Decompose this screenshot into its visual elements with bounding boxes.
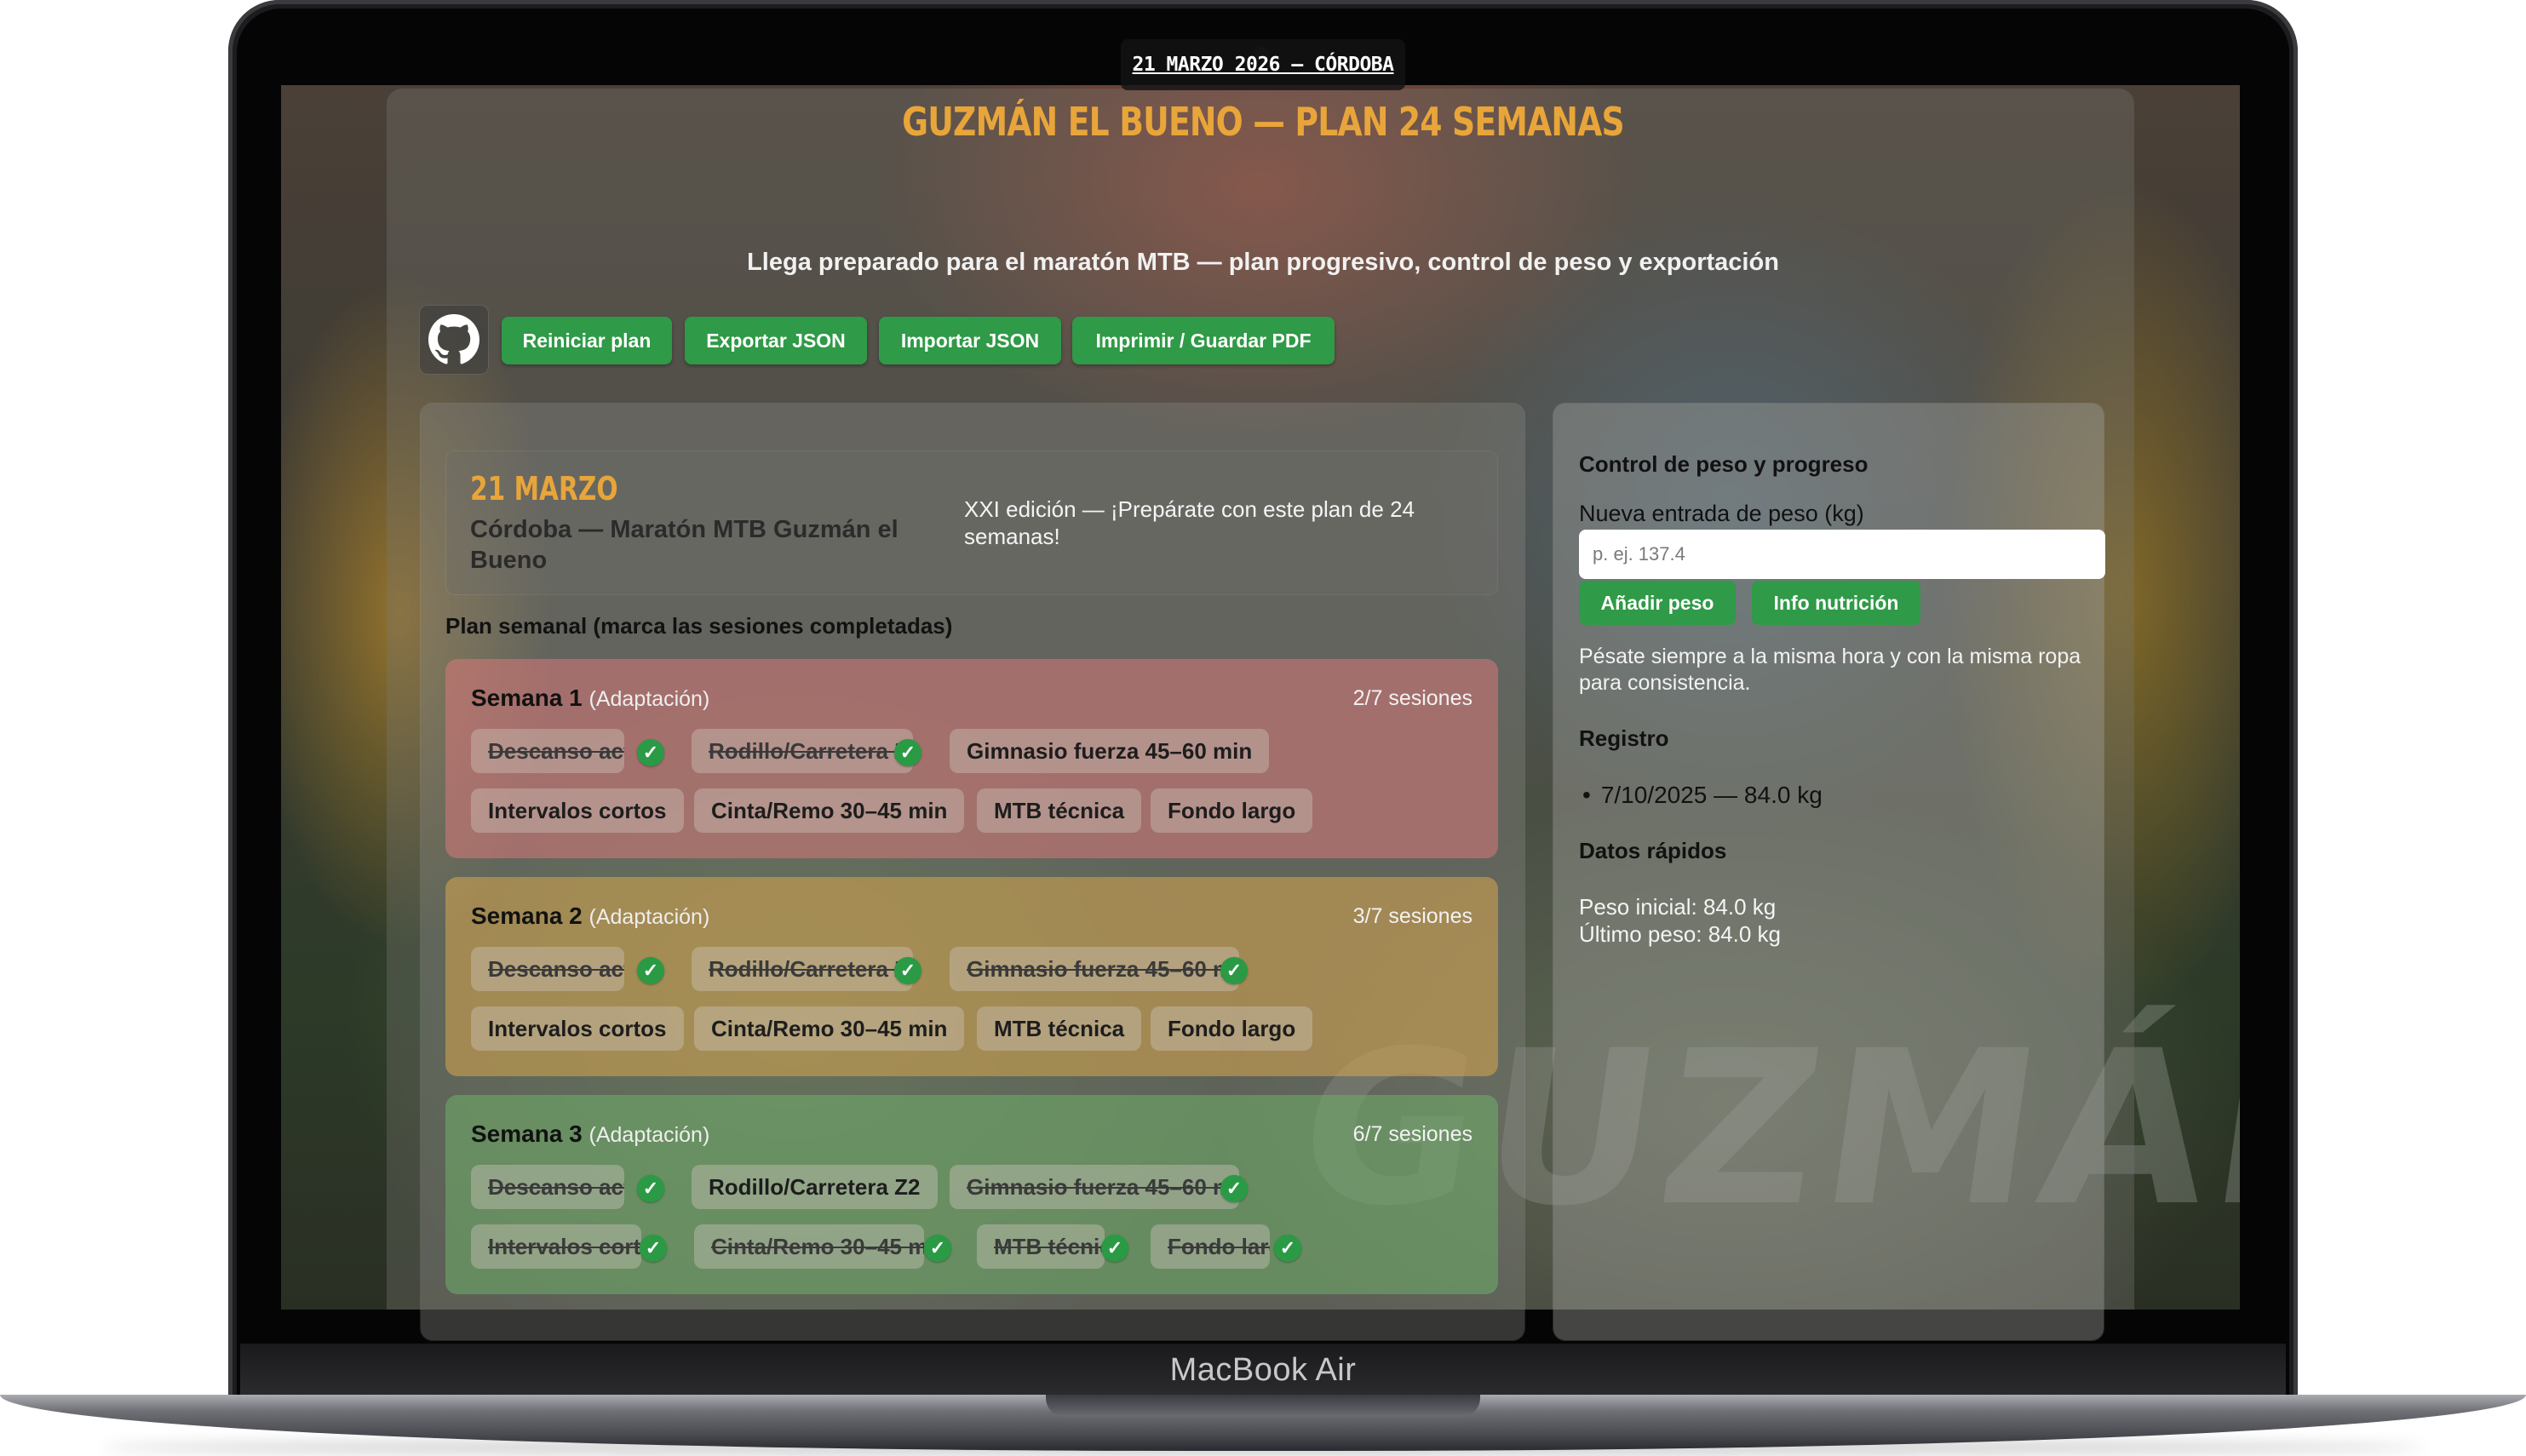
log-entry-text: 7/10/2025 — 84.0 kg (1600, 782, 1823, 808)
session-chip[interactable]: Intervalos cortos (471, 788, 684, 833)
session-label: MTB técnica (994, 1234, 1105, 1259)
weight-input[interactable] (1579, 530, 2105, 579)
check-icon: ✓ (1220, 1175, 1248, 1202)
page-title: GUZMÁN EL BUENO — PLAN 24 SEMANAS (902, 99, 1625, 145)
session-chip[interactable]: MTB técnica (977, 788, 1142, 833)
week-session-count: 6/7 sesiones (1352, 1122, 1473, 1146)
session-chip[interactable]: Fondo largo (1151, 788, 1313, 833)
reset-plan-button[interactable]: Reiniciar plan (502, 317, 672, 364)
import-json-button[interactable]: Importar JSON (879, 317, 1061, 364)
session-label: Fondo largo (1168, 798, 1296, 823)
last-weight: Último peso: 84.0 kg (1579, 921, 1782, 947)
laptop-hinge-notch (1046, 1395, 1480, 1417)
session-label: Rodillo/Carretera Z2 (709, 738, 913, 764)
session-chip[interactable]: Cinta/Remo 30–45 min (694, 1224, 924, 1269)
check-icon: ✓ (894, 739, 921, 766)
session-chip[interactable]: Gimnasio fuerza 45–60 min (950, 947, 1239, 991)
session-chip[interactable]: Intervalos cortos (471, 1224, 641, 1269)
log-entry: • 7/10/2025 — 84.0 kg (1579, 782, 1823, 809)
session-label: Intervalos cortos (488, 1016, 667, 1041)
weight-panel-title: Control de peso y progreso (1579, 451, 1869, 477)
session-chip[interactable]: Cinta/Remo 30–45 min (694, 788, 965, 833)
initial-weight: Peso inicial: 84.0 kg (1579, 894, 1777, 920)
event-place: Córdoba — Maratón MTB Guzmán el Bueno (470, 516, 898, 574)
check-icon: ✓ (637, 1175, 664, 1202)
session-label: Gimnasio fuerza 45–60 min (967, 1174, 1239, 1200)
week-card: Semana 2 (Adaptación) 3/7 sesiones Desca… (445, 877, 1498, 1076)
session-chip[interactable]: Rodillo/Carretera Z2 (692, 1165, 938, 1209)
check-icon: ✓ (640, 1235, 667, 1262)
week-label: Semana 1 (471, 685, 583, 711)
week-card: Semana 1 (Adaptación) 2/7 sesiones Desca… (445, 659, 1498, 858)
session-label: Intervalos cortos (488, 1234, 641, 1259)
session-label: MTB técnica (994, 1016, 1125, 1041)
week-phase: (Adaptación) (588, 1123, 710, 1147)
device-label: MacBook Air (1169, 1352, 1357, 1388)
check-icon: ✓ (1101, 1235, 1128, 1262)
event-date-badge: 21 MARZO 2026 — CÓRDOBA (1121, 39, 1405, 90)
session-label: Fondo largo (1168, 1016, 1296, 1041)
github-icon (428, 314, 479, 364)
session-chip[interactable]: Descanso activo (471, 1165, 624, 1209)
week-label: Semana 3 (471, 1121, 583, 1147)
session-chip[interactable]: Descanso activo (471, 947, 624, 991)
weigh-tip: Pésate siempre a la misma hora y con la … (1579, 645, 2081, 695)
session-label: Intervalos cortos (488, 798, 667, 823)
session-chip[interactable]: Fondo largo (1151, 1224, 1270, 1269)
week-title: Semana 1 (Adaptación) (471, 685, 709, 712)
event-note: XXI edición — ¡Prepárate con este plan d… (964, 496, 1415, 549)
week-label: Semana 2 (471, 903, 583, 929)
export-json-button[interactable]: Exportar JSON (685, 317, 867, 364)
session-chip[interactable]: Gimnasio fuerza 45–60 min (950, 1165, 1239, 1209)
print-pdf-button[interactable]: Imprimir / Guardar PDF (1072, 317, 1335, 364)
quick-stats-title: Datos rápidos (1579, 838, 1727, 863)
session-label: Descanso activo (488, 738, 624, 764)
weight-input-label: Nueva entrada de peso (kg) (1579, 501, 1864, 526)
session-chip[interactable]: Cinta/Remo 30–45 min (694, 1006, 965, 1051)
week-phase: (Adaptación) (588, 905, 710, 929)
session-label: MTB técnica (994, 798, 1125, 823)
session-chip[interactable]: Fondo largo (1151, 1006, 1313, 1051)
add-weight-button[interactable]: Añadir peso (1579, 581, 1736, 625)
session-chip[interactable]: Gimnasio fuerza 45–60 min (950, 729, 1270, 773)
session-chip[interactable]: MTB técnica (977, 1224, 1105, 1269)
plan-heading: Plan semanal (marca las sesiones complet… (445, 613, 953, 639)
session-label: Gimnasio fuerza 45–60 min (967, 738, 1253, 764)
check-icon: ✓ (1274, 1235, 1301, 1262)
week-card: Semana 3 (Adaptación) 6/7 sesiones Desca… (445, 1095, 1498, 1294)
week-title: Semana 3 (Adaptación) (471, 1121, 709, 1148)
check-icon: ✓ (924, 1235, 951, 1262)
session-label: Descanso activo (488, 956, 624, 982)
log-title: Registro (1579, 725, 1669, 751)
week-session-count: 2/7 sesiones (1352, 686, 1473, 710)
session-label: Rodillo/Carretera Z2 (709, 956, 913, 982)
week-title: Semana 2 (Adaptación) (471, 903, 709, 930)
session-label: Descanso activo (488, 1174, 624, 1200)
session-label: Fondo largo (1168, 1234, 1270, 1259)
session-label: Gimnasio fuerza 45–60 min (967, 956, 1239, 982)
check-icon: ✓ (1220, 957, 1248, 984)
page-subtitle: Llega preparado para el maratón MTB — pl… (747, 249, 1779, 276)
check-icon: ✓ (637, 739, 664, 766)
github-link[interactable] (419, 305, 489, 375)
session-label: Cinta/Remo 30–45 min (711, 798, 948, 823)
session-chip[interactable]: Rodillo/Carretera Z2 (692, 729, 913, 773)
bullet-icon: • (1582, 782, 1591, 808)
week-session-count: 3/7 sesiones (1352, 904, 1473, 928)
session-label: Cinta/Remo 30–45 min (711, 1234, 924, 1259)
nutrition-info-button[interactable]: Info nutrición (1752, 581, 1920, 625)
session-chip[interactable]: Intervalos cortos (471, 1006, 684, 1051)
event-date: 21 MARZO (470, 470, 618, 507)
session-chip[interactable]: MTB técnica (977, 1006, 1142, 1051)
week-phase: (Adaptación) (588, 687, 710, 711)
check-icon: ✓ (637, 957, 664, 984)
session-label: Rodillo/Carretera Z2 (709, 1174, 921, 1200)
session-chip[interactable]: Descanso activo (471, 729, 624, 773)
check-icon: ✓ (894, 957, 921, 984)
session-chip[interactable]: Rodillo/Carretera Z2 (692, 947, 913, 991)
session-label: Cinta/Remo 30–45 min (711, 1016, 948, 1041)
